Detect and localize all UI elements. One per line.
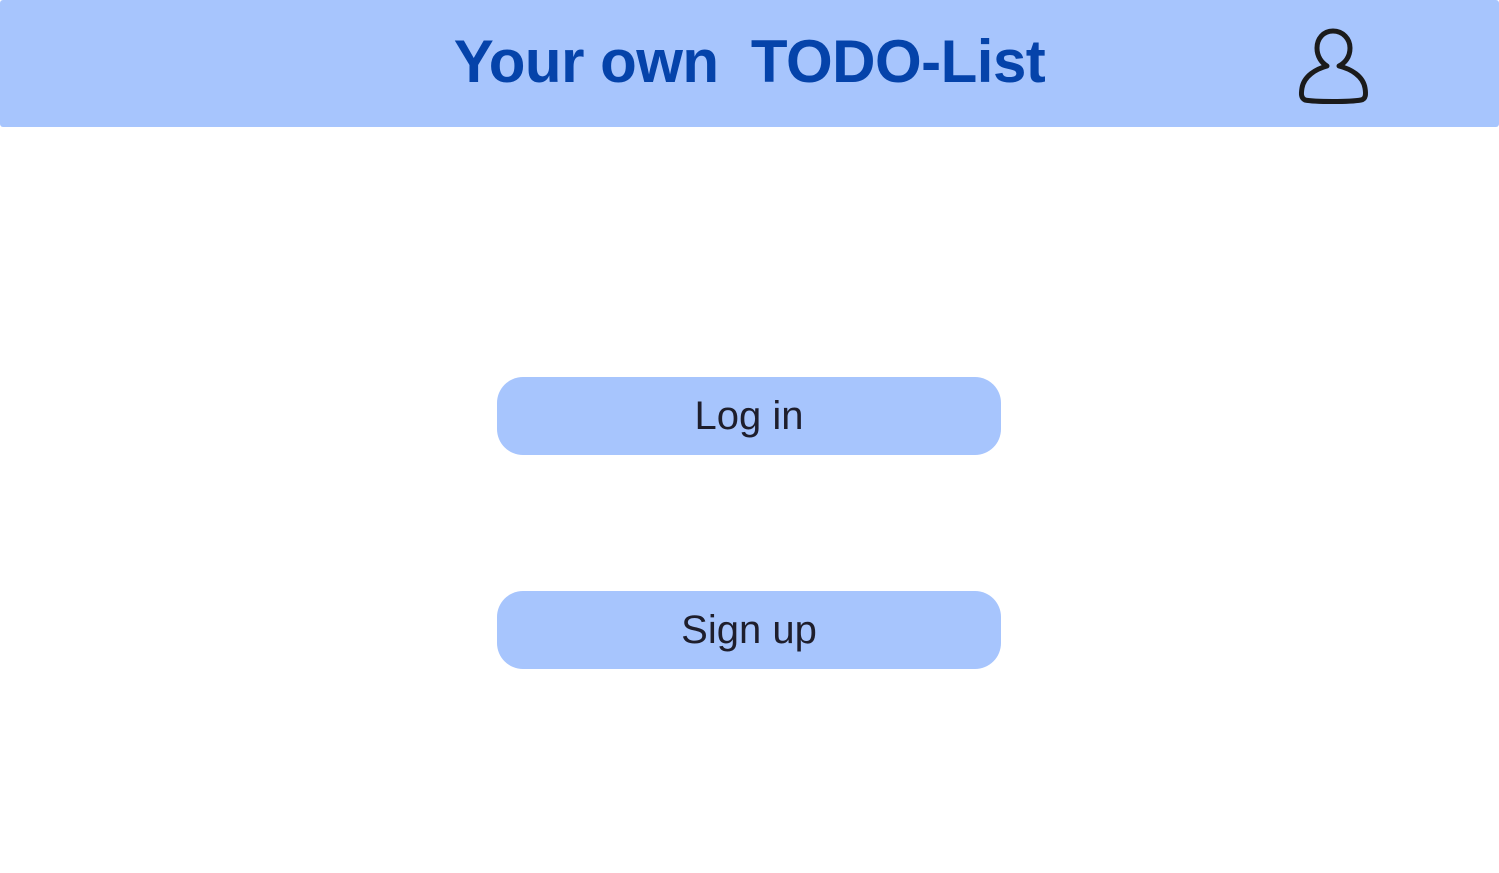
app-title: Your own TODO-List (453, 28, 1046, 95)
signup-button-label: Sign up (681, 608, 817, 652)
user-profile-icon (1298, 28, 1368, 104)
login-button-label: Log in (694, 394, 804, 438)
login-button[interactable]: Log in (497, 377, 1001, 455)
user-profile-button[interactable] (1290, 22, 1376, 108)
app-header: Your own TODO-List (0, 0, 1499, 127)
signup-button[interactable]: Sign up (497, 591, 1001, 669)
